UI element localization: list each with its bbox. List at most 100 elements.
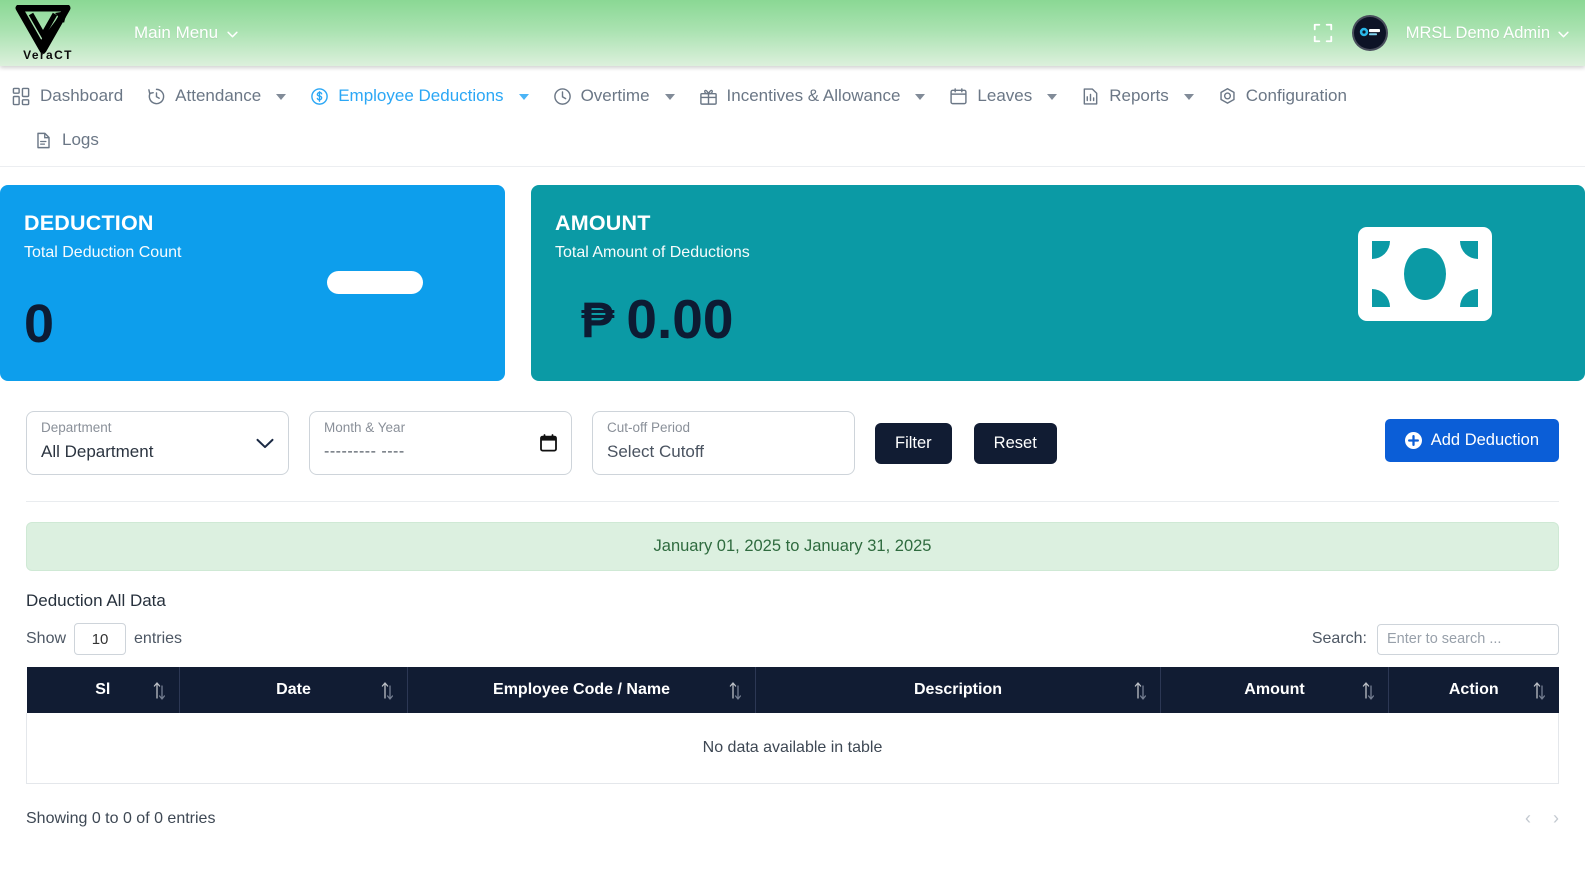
card-icon-placeholder [327,271,423,294]
history-clock-icon [147,87,166,106]
filter-button[interactable]: Filter [875,423,952,464]
nav-item-overtime[interactable]: Overtime [543,80,689,112]
month-year-label: Month & Year [324,421,557,436]
nav-label: Logs [62,130,99,150]
column-header-employee-code-name[interactable]: Employee Code / Name [408,667,756,713]
brand-logo[interactable]: VeraCT [0,0,92,66]
entries-info: Showing 0 to 0 of 0 entries [26,810,215,828]
department-select[interactable]: Department All Department [26,411,289,475]
sort-arrows-icon [1362,680,1374,700]
show-label: Show [26,630,66,648]
entries-label: entries [134,630,182,648]
table-title: Deduction All Data [26,591,1559,611]
user-name-label: MRSL Demo Admin [1406,24,1550,43]
grid-icon [12,87,31,106]
pagination: ‹ › [1525,808,1559,829]
chevron-down-icon [1184,94,1194,100]
sort-arrows-icon [381,680,393,700]
nav-label: Employee Deductions [338,86,503,106]
deduction-table-section: Deduction All Data Show entries Search: … [0,591,1585,837]
add-deduction-label: Add Deduction [1431,431,1539,450]
card-title: DEDUCTION [24,211,477,236]
nav-item-incentives-allowance[interactable]: Incentives & Allowance [689,80,940,112]
nav-label: Configuration [1246,86,1347,106]
svg-text:VeraCT: VeraCT [23,48,73,61]
cutoff-label: Cut-off Period [607,421,840,436]
chevron-down-icon [915,94,925,100]
user-menu[interactable]: MRSL Demo Admin [1406,24,1569,43]
plus-circle-icon [1405,432,1422,449]
nav-item-leaves[interactable]: Leaves [939,80,1071,112]
table-head: Sl Date Employee Code / Name [27,667,1559,713]
column-label: Description [914,681,1002,699]
fullscreen-icon[interactable] [1312,22,1334,44]
empty-message: No data available in table [27,713,1559,784]
amount-summary-card: AMOUNT Total Amount of Deductions ₱ 0.00 [531,185,1585,381]
chevron-down-icon [227,31,238,38]
sort-arrows-icon [153,680,165,700]
page-size-control: Show entries [26,623,182,655]
peso-sign: ₱ [581,295,614,345]
column-header-sl[interactable]: Sl [27,667,180,713]
add-deduction-button[interactable]: Add Deduction [1385,419,1559,462]
header-actions: MRSL Demo Admin [1312,15,1585,51]
search-input[interactable] [1377,624,1559,655]
nav-item-configuration[interactable]: Configuration [1208,80,1361,112]
nav-row-secondary: Logs [0,124,1585,156]
gear-hex-icon [1218,87,1237,106]
cutoff-value: Select Cutoff [607,442,840,462]
nav-item-attendance[interactable]: Attendance [137,80,300,112]
next-page-button[interactable]: › [1553,808,1559,829]
nav-row-primary: Dashboard Attendance Employee Deductions [0,80,1585,112]
main-menu-dropdown[interactable]: Main Menu [134,23,238,43]
nav-item-reports[interactable]: Reports [1071,80,1208,112]
prev-page-button[interactable]: ‹ [1525,808,1531,829]
nav-label: Overtime [581,86,650,106]
column-header-date[interactable]: Date [180,667,408,713]
main-navigation: Dashboard Attendance Employee Deductions [0,66,1585,167]
filter-row: Department All Department Month & Year -… [26,411,1559,475]
deduction-summary-card: DEDUCTION Total Deduction Count 0 [0,185,505,381]
date-range-banner: January 01, 2025 to January 31, 2025 [26,522,1559,571]
banknote-icon [1358,227,1492,321]
column-label: Amount [1244,681,1304,699]
month-year-input[interactable]: Month & Year --------- ---- [309,411,572,475]
nav-label: Incentives & Allowance [727,86,901,106]
nav-item-employee-deductions[interactable]: Employee Deductions [300,80,542,112]
column-label: Sl [95,681,110,699]
sort-arrows-icon [1134,680,1146,700]
chevron-down-icon [1047,94,1057,100]
department-value: All Department [41,442,274,462]
deduction-table: Sl Date Employee Code / Name [26,667,1559,784]
chevron-down-icon [256,438,274,449]
deduction-count-value: 0 [24,297,54,351]
veract-logo-icon: VeraCT [11,5,85,61]
calendar-picker-icon[interactable] [540,434,557,452]
column-header-description[interactable]: Description [756,667,1161,713]
nav-label: Attendance [175,86,261,106]
column-label: Employee Code / Name [493,681,670,699]
table-header-row: Sl Date Employee Code / Name [27,667,1559,713]
amount-value-wrap: ₱ 0.00 [581,292,733,347]
column-header-action[interactable]: Action [1389,667,1559,713]
column-label: Action [1449,681,1499,699]
cutoff-period-select[interactable]: Cut-off Period Select Cutoff [592,411,855,475]
file-log-icon [34,131,53,150]
mrsl-avatar-icon [1355,18,1385,48]
month-year-value: --------- ---- [324,443,557,461]
column-header-amount[interactable]: Amount [1161,667,1389,713]
nav-label: Dashboard [40,86,123,106]
panel-divider [26,501,1559,502]
top-header-bar: VeraCT Main Menu MRSL Demo Admin [0,0,1585,66]
reset-button[interactable]: Reset [974,423,1057,464]
table-controls: Show entries Search: [26,623,1559,655]
search-label: Search: [1312,630,1367,648]
page-size-input[interactable] [74,623,126,655]
chevron-down-icon [519,94,529,100]
nav-item-dashboard[interactable]: Dashboard [4,80,137,112]
nav-item-logs[interactable]: Logs [26,124,113,156]
dollar-circle-icon [310,87,329,106]
department-label: Department [41,421,274,436]
table-empty-row: No data available in table [27,713,1559,784]
avatar[interactable] [1352,15,1388,51]
